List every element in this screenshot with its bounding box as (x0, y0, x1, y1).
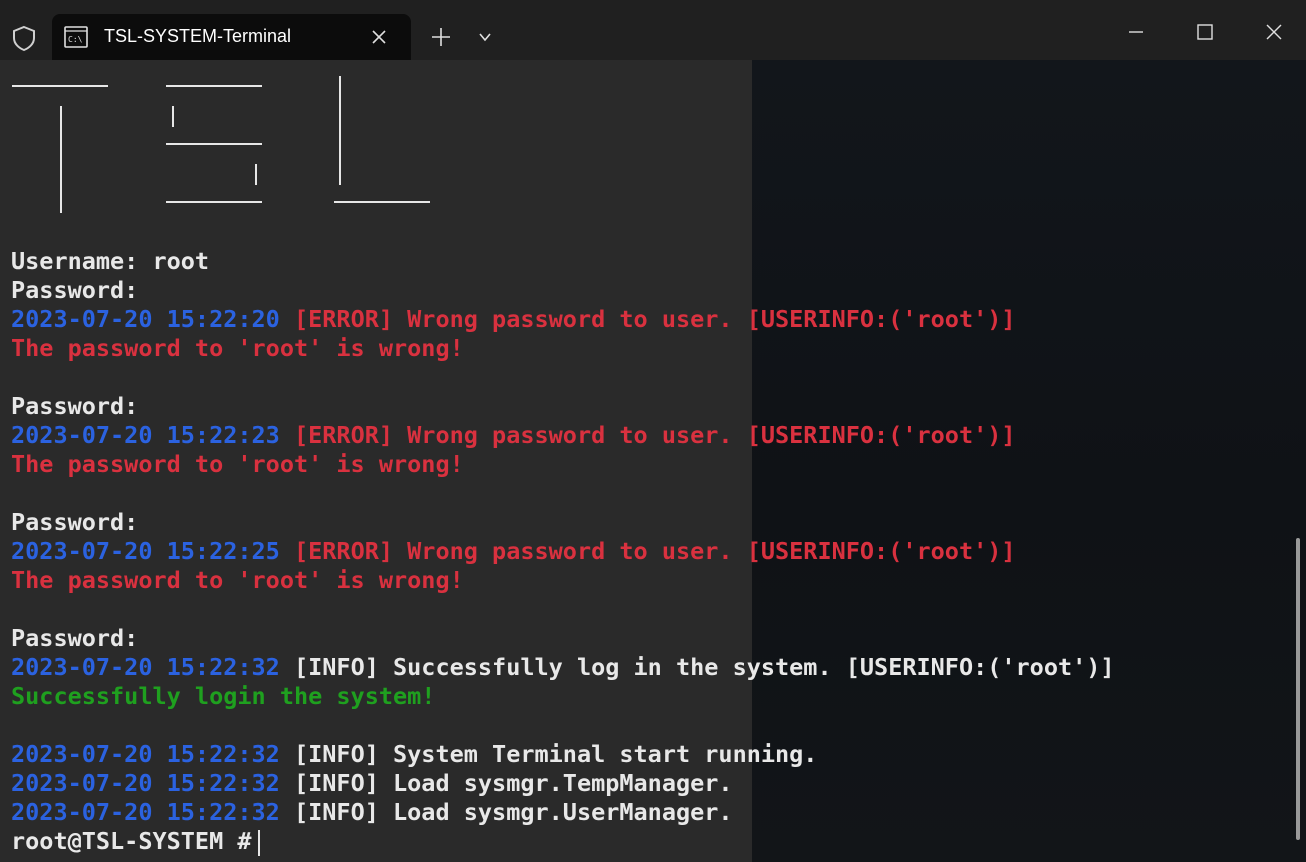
terminal-lines: Username: root Password: 2023-07-20 15:2… (11, 247, 1291, 856)
tsl-ascii-logo (12, 76, 430, 213)
text-cursor (257, 829, 260, 856)
terminal-output[interactable]: Username: root Password: 2023-07-20 15:2… (0, 60, 1306, 862)
password-prompt: Password: (11, 276, 139, 304)
title-bar: C:\ TSL-SYSTEM-Terminal (0, 0, 1306, 60)
username-line: Username: root (11, 247, 210, 275)
error-message: The password to 'root' is wrong! (11, 450, 464, 478)
log-line: 2023-07-20 15:22:23 [ERROR] Wrong passwo… (11, 421, 1016, 449)
plus-icon[interactable] (428, 24, 454, 50)
success-message: Successfully login the system! (11, 682, 436, 710)
password-prompt: Password: (11, 508, 139, 536)
log-line: 2023-07-20 15:22:25 [ERROR] Wrong passwo… (11, 537, 1016, 565)
close-icon[interactable] (368, 26, 390, 48)
log-line: 2023-07-20 15:22:32 [INFO] Load sysmgr.T… (11, 769, 733, 797)
terminal-icon-glyph: C:\ (68, 35, 83, 44)
tab-title: TSL-SYSTEM-Terminal (104, 26, 292, 46)
log-line: 2023-07-20 15:22:32 [INFO] Load sysmgr.U… (11, 798, 733, 826)
command-prompt-line[interactable]: root@TSL-SYSTEM # (11, 827, 1291, 856)
scrollbar-thumb[interactable] (1296, 538, 1300, 840)
password-prompt: Password: (11, 392, 139, 420)
error-message: The password to 'root' is wrong! (11, 566, 464, 594)
chevron-down-icon[interactable] (474, 26, 496, 48)
password-prompt: Password: (11, 624, 139, 652)
command-prompt: root@TSL-SYSTEM # (11, 827, 252, 855)
log-line: 2023-07-20 15:22:20 [ERROR] Wrong passwo… (11, 305, 1016, 333)
maximize-icon[interactable] (1183, 14, 1227, 50)
tab-terminal[interactable]: C:\ TSL-SYSTEM-Terminal (52, 14, 411, 60)
shield-icon[interactable] (10, 24, 38, 52)
error-message: The password to 'root' is wrong! (11, 334, 464, 362)
log-line: 2023-07-20 15:22:32 [INFO] Successfully … (11, 653, 1115, 681)
minimize-icon[interactable] (1114, 14, 1158, 50)
terminal-icon: C:\ (64, 26, 88, 48)
close-window-icon[interactable] (1252, 14, 1296, 50)
log-line: 2023-07-20 15:22:32 [INFO] System Termin… (11, 740, 818, 768)
